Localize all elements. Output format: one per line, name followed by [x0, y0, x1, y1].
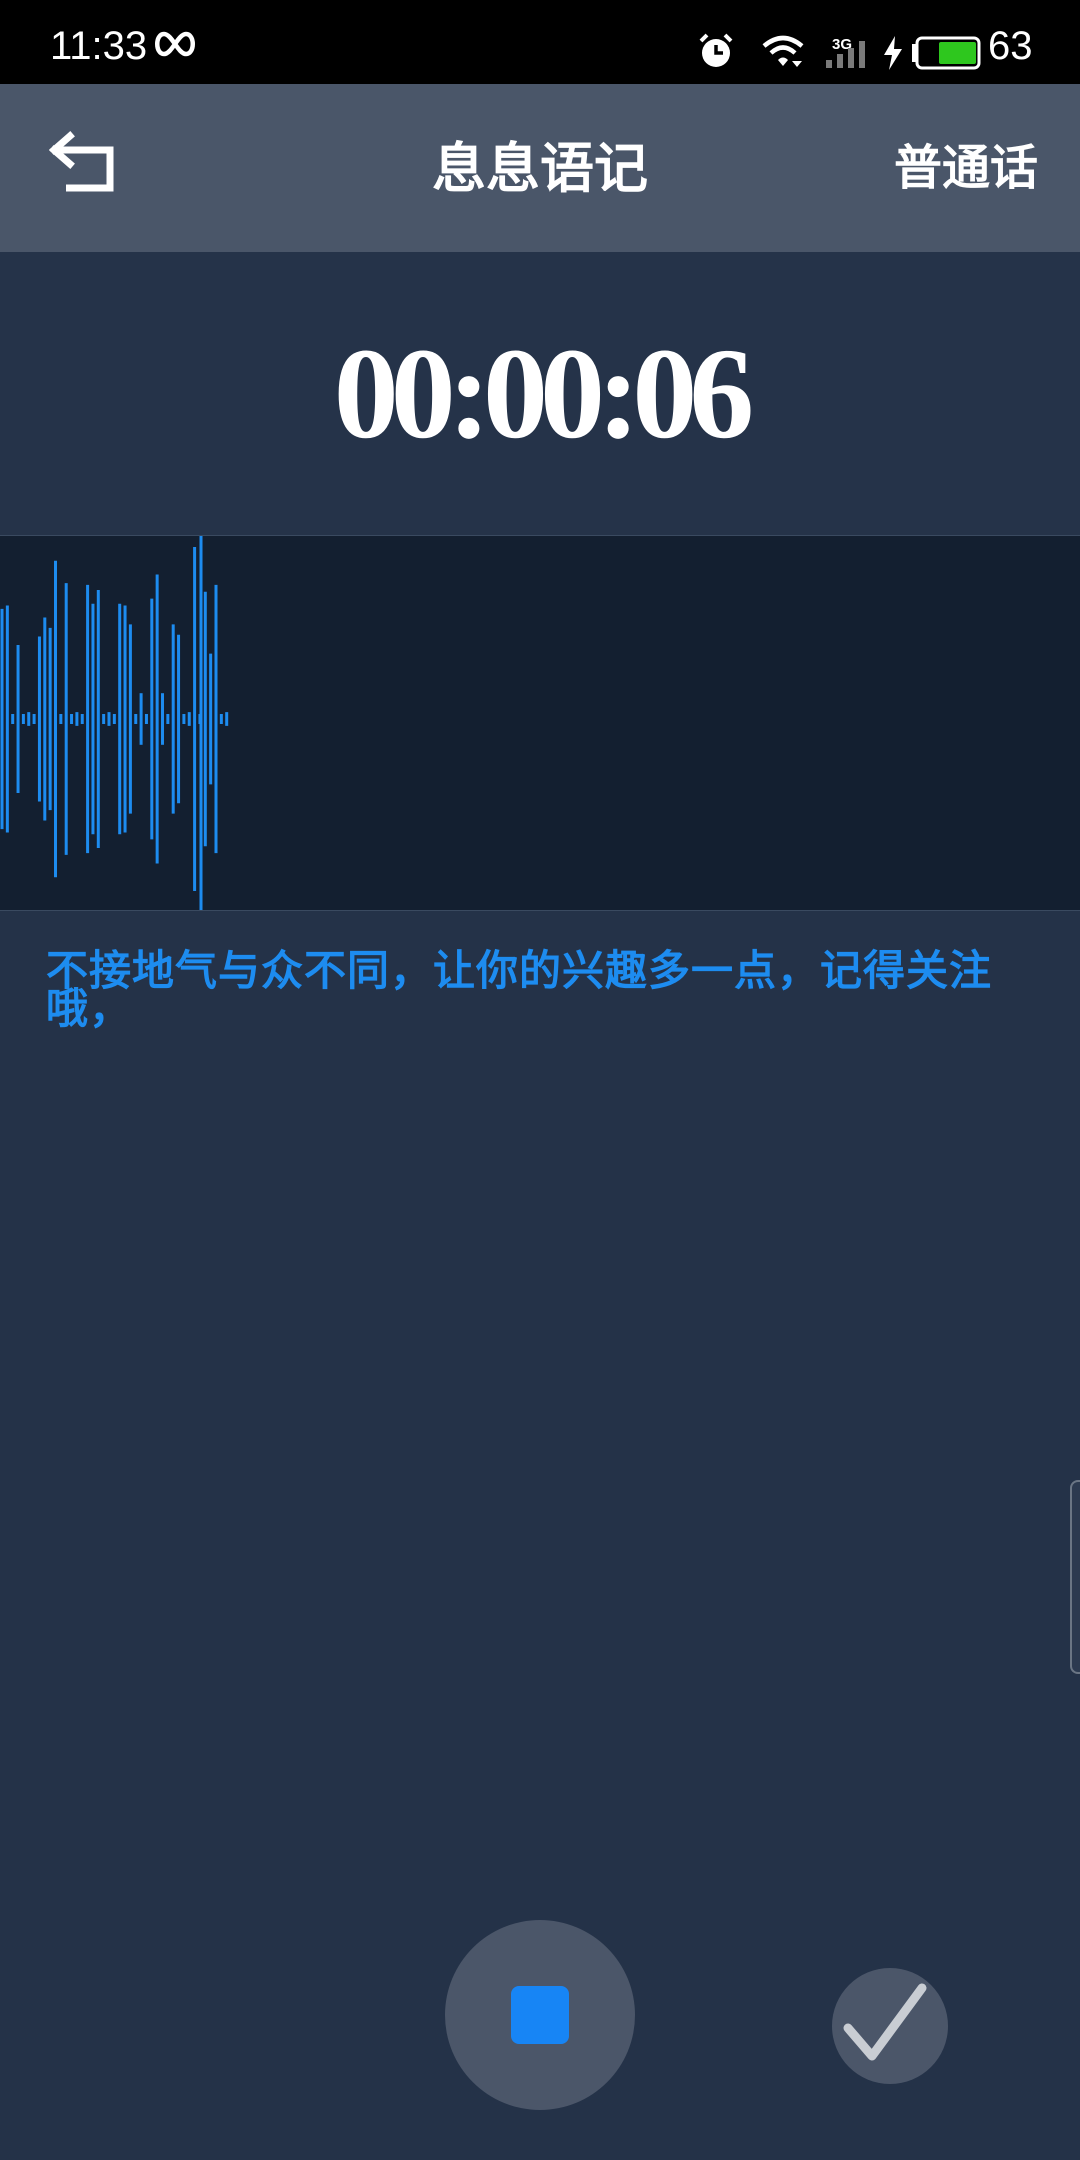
language-selector[interactable]: 普通话 — [894, 132, 1038, 204]
stop-button[interactable] — [445, 1920, 635, 2110]
status-time: 11:33 — [50, 24, 148, 68]
check-icon — [843, 1983, 927, 2061]
elapsed-time: 00:00:06 — [333, 322, 755, 466]
charging-icon — [884, 36, 902, 70]
wifi-icon — [762, 35, 804, 67]
signal-icon — [826, 41, 865, 68]
app-header: 息息语记 普通话 — [0, 84, 1080, 252]
stop-icon — [511, 1986, 569, 2044]
scroll-handle[interactable] — [1070, 1480, 1080, 1674]
battery-percent: 63 — [988, 24, 1033, 68]
timer-panel: 00:00:06 — [0, 252, 1080, 535]
status-bar: 11:33 3G 63 — [0, 0, 1080, 84]
infinity-icon — [155, 31, 195, 57]
waveform — [0, 536, 229, 910]
battery-icon — [912, 36, 981, 70]
transcript-text: 不接地气与众不同，让你的兴趣多一点，记得关注哦， — [46, 946, 993, 1033]
waveform-panel — [0, 535, 1080, 911]
alarm-icon — [699, 33, 733, 67]
confirm-button[interactable] — [832, 1968, 948, 2084]
